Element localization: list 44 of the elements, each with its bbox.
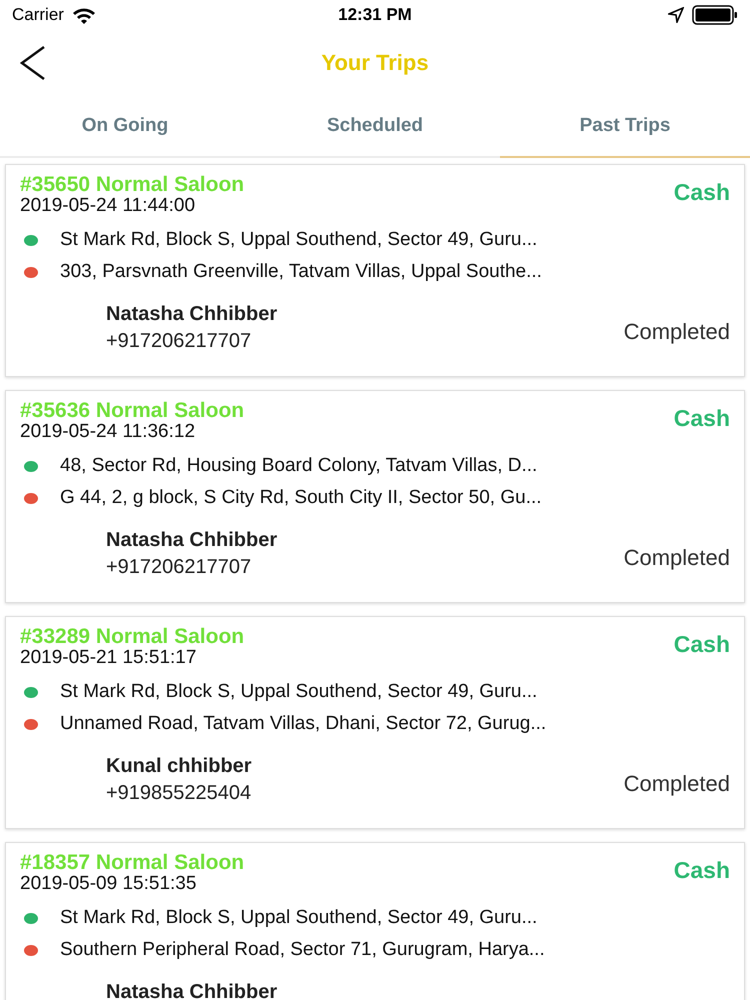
trip-status: Completed xyxy=(624,319,730,345)
address-text: St Mark Rd, Block S, Uppal Southend, Sector 49, Guru... xyxy=(60,229,538,251)
location-arrow-icon xyxy=(668,7,684,23)
address-text: Southern Peripheral Road, Sector 71, Gurugram, Harya... xyxy=(60,939,545,961)
trip-card[interactable]: #18357 Normal Saloon 2019-05-09 15:51:35 Cash St Mark Rd, Block S, Uppal Southend, Sector 49, Guru... Southern Peripheral Road, Sector 71, Gurugram, Harya... Natasha Chhibber xyxy=(5,842,745,1000)
payment-method: Cash xyxy=(674,179,730,206)
trip-status: Completed xyxy=(624,771,730,797)
payment-method: Cash xyxy=(674,631,730,658)
back-icon[interactable] xyxy=(20,46,46,80)
trip-title: #18357 Normal Saloon xyxy=(20,851,244,875)
rider-phone: +917206217707 xyxy=(106,330,252,353)
tab[interactable]: Scheduled xyxy=(250,96,500,158)
trip-title: #33289 Normal Saloon xyxy=(20,625,244,649)
clock-time: 12:31 PM xyxy=(338,5,412,25)
trip-datetime: 2019-05-21 15:51:17 xyxy=(20,647,198,669)
address-text: St Mark Rd, Block S, Uppal Southend, Sector 49, Guru... xyxy=(60,681,538,703)
rider-name: Natasha Chhibber xyxy=(106,981,278,1000)
trip-status: Completed xyxy=(624,545,730,571)
trip-datetime: 2019-05-09 15:51:35 xyxy=(20,873,198,895)
rider-name: Kunal chhibber xyxy=(106,755,252,778)
tab[interactable]: On Going xyxy=(0,96,250,158)
rider-name: Natasha Chhibber xyxy=(106,303,278,326)
trip-title: #35636 Normal Saloon xyxy=(20,399,244,423)
screen-title: Your Trips xyxy=(321,50,429,76)
trip-datetime: 2019-05-24 11:44:00 xyxy=(20,195,196,217)
trip-card[interactable]: #33289 Normal Saloon 2019-05-21 15:51:17 Cash St Mark Rd, Block S, Uppal Southend, Sector 49, Guru... Unnamed Road, Tatvam Villas, Dhani, Sector 72, Gurug... Kunal chhibber +919855225404 Completed xyxy=(5,616,745,829)
rider-phone: +919855225404 xyxy=(106,782,252,805)
tab[interactable]: Past Trips xyxy=(500,96,750,158)
trip-title: #35650 Normal Saloon xyxy=(20,173,244,197)
trip-card[interactable] xyxy=(5,390,745,603)
trip-datetime: 2019-05-24 11:36:12 xyxy=(20,421,196,443)
address-text: St Mark Rd, Block S, Uppal Southend, Sector 49, Guru... xyxy=(60,907,538,929)
rider-name: Natasha Chhibber xyxy=(106,529,278,552)
trip-card[interactable]: #35650 Normal Saloon 2019-05-24 11:44:00 Cash St Mark Rd, Block S, Uppal Southend, Sector 49, Guru... 303, Parsvnath Greenville, Tatvam Villas, Uppal Southe... Natasha Chhibber +917206217707 Completed xyxy=(5,164,745,377)
address-text: 48, Sector Rd, Housing Board Colony, Tatvam Villas, D... xyxy=(60,455,538,477)
rider-phone: +917206217707 xyxy=(106,556,252,579)
payment-method: Cash xyxy=(674,405,730,432)
wifi-icon xyxy=(72,6,96,24)
address-text: 303, Parsvnath Greenville, Tatvam Villas, Uppal Southe... xyxy=(60,261,542,283)
battery-icon xyxy=(692,5,738,25)
carrier-label: Carrier xyxy=(12,5,64,25)
address-text: Unnamed Road, Tatvam Villas, Dhani, Sector 72, Gurug... xyxy=(60,713,546,735)
payment-method: Cash xyxy=(674,857,730,884)
address-text: G 44, 2, g block, S City Rd, South City II, Sector 50, Gu... xyxy=(60,487,542,509)
